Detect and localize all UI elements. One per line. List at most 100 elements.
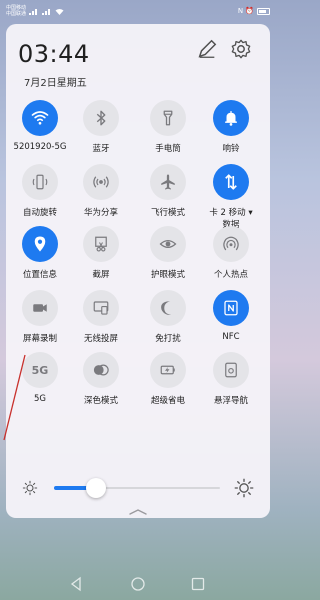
- bell-icon[interactable]: [213, 100, 249, 136]
- wifi-icon[interactable]: [22, 100, 58, 136]
- tile-flashlight[interactable]: 手电筒: [138, 100, 198, 166]
- signal-icon-2: [42, 8, 51, 15]
- tile-label-line: 截屏: [92, 270, 110, 280]
- carrier-2: 中国联通: [6, 11, 27, 17]
- tile-label: 手电筒: [155, 142, 181, 154]
- 5g-icon[interactable]: 5G: [22, 352, 58, 388]
- tile-label: 飞行模式: [151, 206, 185, 218]
- nfc-icon[interactable]: [213, 290, 249, 326]
- flashlight-icon[interactable]: [150, 100, 186, 136]
- wireless-projection-icon[interactable]: [83, 290, 119, 326]
- tile-location[interactable]: 位置信息: [10, 226, 70, 292]
- tile-label-line: 悬浮导航: [213, 396, 248, 406]
- tile-label-line: 飞行模式: [150, 208, 185, 218]
- tile-label: 深色模式: [84, 394, 118, 406]
- status-bar: 中国移动 中国联通 N ⏰: [0, 0, 276, 22]
- dark-mode-icon[interactable]: [83, 352, 119, 388]
- tile-label: 响铃: [222, 142, 239, 154]
- tile-share[interactable]: 华为分享: [71, 164, 131, 230]
- brightness-slider-row: [18, 478, 262, 498]
- location-icon[interactable]: [22, 226, 58, 262]
- tile-label: NFC: [222, 332, 239, 342]
- tile-nfc[interactable]: NFC: [201, 290, 261, 356]
- tile-label-line: 蓝牙: [92, 144, 110, 154]
- wifi-status-icon: [55, 8, 64, 15]
- tile-label: 位置信息: [23, 268, 57, 280]
- tile-eye[interactable]: 护眼模式: [138, 226, 198, 292]
- share-icon[interactable]: [83, 164, 119, 200]
- tile-label-line: 个人热点: [213, 270, 248, 280]
- status-right-icons: N ⏰: [237, 7, 254, 15]
- recents-icon[interactable]: [190, 576, 206, 592]
- tile-mobile-data[interactable]: 卡 2 移动 ▾ 数据: [201, 164, 261, 230]
- tile-bell[interactable]: 响铃: [201, 100, 261, 166]
- tile-wireless-projection[interactable]: 无线投屏: [71, 290, 131, 356]
- home-icon[interactable]: [130, 576, 146, 592]
- tile-5g[interactable]: 5G 5G: [10, 352, 70, 418]
- screenshot-icon[interactable]: [83, 226, 119, 262]
- tile-label-line: 自动旋转: [22, 208, 57, 218]
- tile-auto-rotate[interactable]: 自动旋转: [10, 164, 70, 230]
- tile-label: 蓝牙: [92, 142, 109, 154]
- screen-record-icon[interactable]: [22, 290, 58, 326]
- eye-icon[interactable]: [150, 226, 186, 262]
- tile-airplane[interactable]: 飞行模式: [138, 164, 198, 230]
- tile-battery-saver[interactable]: 超级省电: [138, 352, 198, 418]
- tile-wifi[interactable]: 5201920-5G: [10, 100, 70, 166]
- tile-bluetooth[interactable]: 蓝牙: [71, 100, 131, 166]
- battery-icon: [257, 7, 270, 15]
- brightness-high-icon: [234, 478, 254, 498]
- signal-icons: [29, 8, 64, 15]
- battery-fill: [259, 9, 266, 13]
- tile-floating-nav[interactable]: 悬浮导航: [201, 352, 261, 418]
- tile-label-line: 无线投屏: [83, 334, 118, 344]
- tile-label-line: 免打扰: [155, 334, 181, 344]
- battery-saver-icon[interactable]: [150, 352, 186, 388]
- floating-nav-icon[interactable]: [213, 352, 249, 388]
- tile-label-line: NFC: [222, 332, 240, 342]
- carrier-stack: 中国移动 中国联通: [6, 5, 26, 17]
- bluetooth-icon[interactable]: [83, 100, 119, 136]
- tile-label: 5201920-5G: [14, 142, 67, 152]
- auto-rotate-icon[interactable]: [22, 164, 58, 200]
- tile-label-line: 响铃: [222, 144, 240, 154]
- tile-label-line: 5201920-5G: [13, 142, 67, 152]
- tile-screenshot[interactable]: 截屏: [71, 226, 131, 292]
- edit-icon[interactable]: [196, 38, 218, 60]
- tile-label: 自动旋转: [23, 206, 57, 218]
- navigation-bar: [0, 568, 276, 600]
- tile-screen-record[interactable]: 屏幕录制: [10, 290, 70, 356]
- brightness-low-icon: [22, 480, 38, 496]
- tile-label: 华为分享: [84, 206, 118, 218]
- tile-label-line: 华为分享: [83, 208, 118, 218]
- hotspot-icon[interactable]: [213, 226, 249, 262]
- back-icon[interactable]: [68, 576, 84, 592]
- tile-moon[interactable]: 免打扰: [138, 290, 198, 356]
- tile-label: 个人热点: [214, 268, 248, 280]
- clock-date: 7月2日星期五: [24, 78, 87, 89]
- tile-label-line: 位置信息: [22, 270, 57, 280]
- tile-label-line: 手电筒: [155, 144, 181, 154]
- tile-hotspot[interactable]: 个人热点: [201, 226, 261, 292]
- gear-icon[interactable]: [230, 38, 252, 60]
- tile-dark-mode[interactable]: 深色模式: [71, 352, 131, 418]
- tile-label: 免打扰: [155, 332, 181, 344]
- collapse-handle-icon[interactable]: [128, 508, 148, 516]
- signal-icon: [29, 8, 38, 15]
- tile-label: 无线投屏: [84, 332, 118, 344]
- tile-label: 屏幕录制: [23, 332, 57, 344]
- tile-label-line: 深色模式: [83, 396, 118, 406]
- tile-label: 悬浮导航: [214, 394, 248, 406]
- tile-label-line: 5G: [34, 394, 46, 404]
- brightness-thumb[interactable]: [85, 478, 106, 498]
- tile-label-line: 屏幕录制: [22, 334, 57, 344]
- tile-label: 5G: [34, 394, 46, 404]
- tile-label-line: 超级省电: [150, 396, 185, 406]
- mobile-data-icon[interactable]: [213, 164, 249, 200]
- tile-label-line: 护眼模式: [150, 270, 185, 280]
- tile-label: 超级省电: [151, 394, 185, 406]
- clock-time: 03:44: [18, 40, 90, 68]
- airplane-icon[interactable]: [150, 164, 186, 200]
- status-left: 中国移动 中国联通: [6, 5, 64, 17]
- moon-icon[interactable]: [150, 290, 186, 326]
